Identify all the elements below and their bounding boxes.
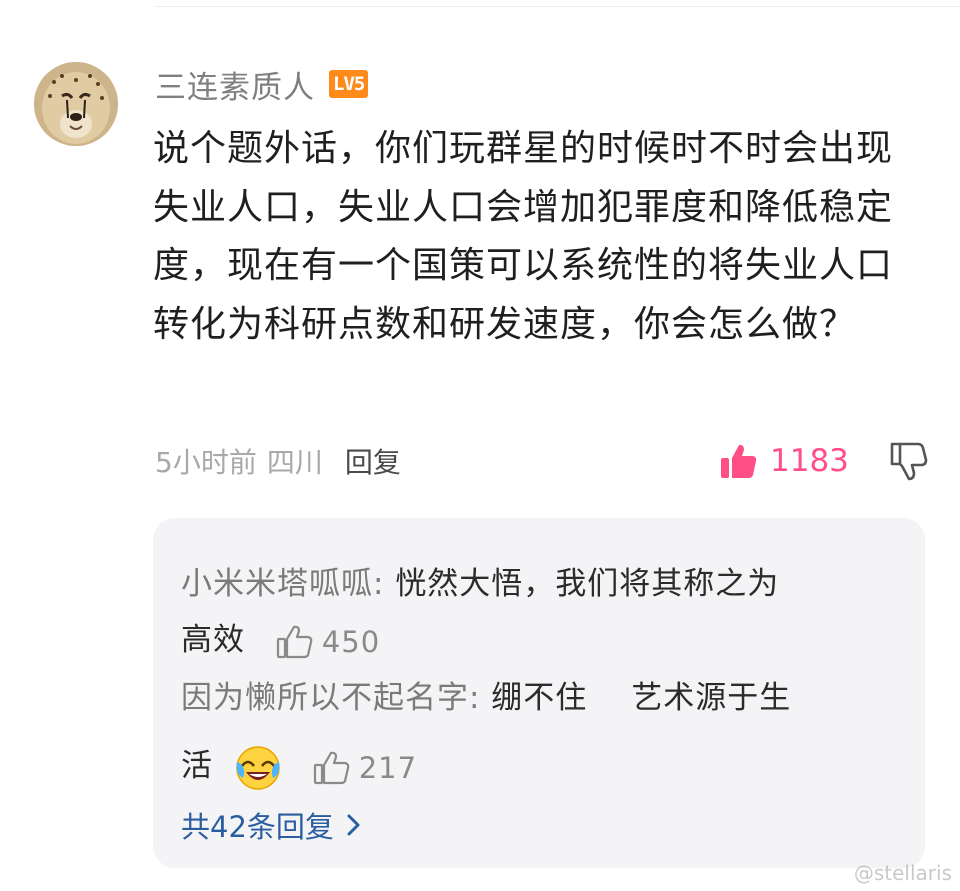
reply-item-1-line1[interactable]: 小米米塔呱呱: 恍然大悟，我们将其称之为 (181, 558, 779, 603)
thumbs-down-icon (890, 442, 928, 481)
username[interactable]: 三连素质人 (155, 62, 315, 107)
top-divider (155, 6, 960, 7)
thumbs-up-outline-icon (313, 751, 350, 784)
level-badge: LV5 (329, 70, 369, 98)
reply-item-1-line2: 高效 450 (181, 614, 380, 659)
comment-text: 说个题外话，你们玩群星的时候时不时会出现失业人口，失业人口会增加犯罪度和降低稳定… (153, 128, 894, 345)
reply-like-count: 217 (358, 750, 418, 785)
more-replies-label: 共42条回复 (181, 810, 334, 844)
replies-panel: 小米米塔呱呱: 恍然大悟，我们将其称之为 高效 450 因为懒所以不起名字: 绷… (153, 518, 925, 868)
thumbs-up-filled-icon (721, 444, 757, 478)
reply-like-button[interactable]: 217 (313, 751, 417, 785)
thumbs-up-outline-icon (276, 625, 313, 658)
reply-text: 恍然大悟，我们将其称之为 (384, 566, 780, 602)
more-replies-link[interactable]: 共42条回复 (181, 804, 362, 846)
username-row: 三连素质人 LV5 (155, 60, 369, 108)
laughing-crying-face-icon (234, 744, 282, 792)
comment-location: 四川 (266, 446, 323, 479)
reply-text: 艺术源于生 (631, 680, 792, 716)
reply-item-2-line2: 活 217 (181, 740, 417, 792)
like-count: 1183 (770, 443, 849, 479)
comment-meta-row: 5小时前 四川 回复 1183 (155, 438, 935, 484)
reply-like-count: 450 (321, 624, 381, 659)
chevron-right-icon (347, 814, 360, 836)
like-button[interactable]: 1183 (720, 438, 849, 484)
reply-item-2-line1[interactable]: 因为懒所以不起名字: 绷不住 艺术源于生 (181, 672, 791, 717)
dislike-button[interactable] (888, 440, 928, 482)
reply-text: 绷不住 (480, 680, 588, 716)
comment-page: 三连素质人 LV5 说个题外话，你们玩群星的时候时不时会出现失业人口，失业人口会… (0, 0, 960, 891)
reply-text: 活 (181, 748, 213, 784)
comment-time: 5小时前 (155, 446, 257, 479)
cheetah-avatar-icon (34, 62, 118, 146)
reply-text: 高效 (181, 622, 245, 658)
watermark: @stellaris (853, 861, 952, 885)
reply-button[interactable]: 回复 (345, 441, 401, 481)
avatar[interactable] (34, 62, 118, 146)
reply-author[interactable]: 小米米塔呱呱: (181, 566, 384, 602)
reply-author[interactable]: 因为懒所以不起名字: (181, 680, 480, 716)
reply-like-button[interactable]: 450 (276, 625, 380, 659)
